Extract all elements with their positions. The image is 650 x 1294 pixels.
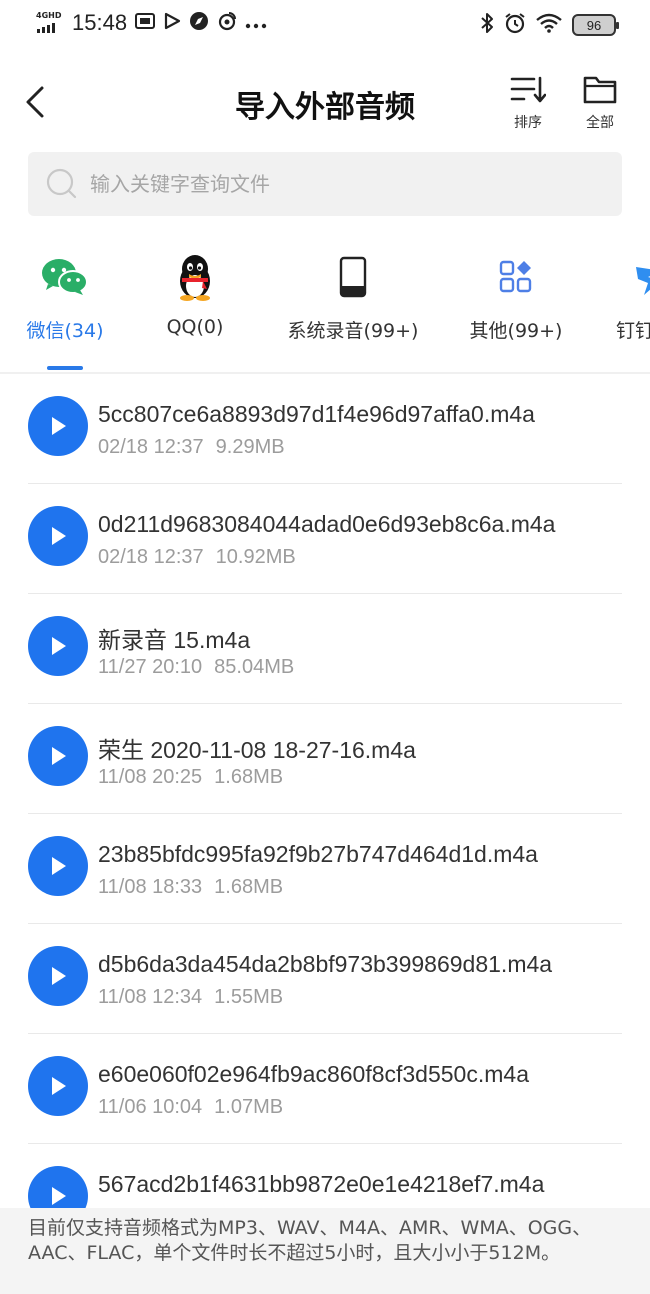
play-button[interactable]: [28, 946, 88, 1006]
file-name: 5cc807ce6a8893d97d1f4e96d97affa0.m4a: [98, 401, 535, 427]
file-meta: 11/27 20:10 85.04MB: [98, 656, 294, 679]
file-date: 11/06 10:04: [98, 1096, 203, 1118]
status-left: 4GHD 15:48: [36, 10, 267, 36]
wechat-icon: [42, 259, 88, 295]
network-type: 4GHD: [36, 11, 62, 20]
file-size: 85.04MB: [214, 656, 295, 678]
file-name: 0d211d9683084044adad0e6d93eb8c6a.m4a: [98, 511, 556, 537]
play-icon: [52, 747, 66, 765]
file-size: 1.07MB: [214, 1096, 284, 1118]
header: 导入外部音频 排序 全部: [0, 60, 650, 150]
play-icon: [52, 527, 66, 545]
file-list: 5cc807ce6a8893d97d1f4e96d97affa0.m4a 02/…: [0, 374, 650, 1208]
list-item[interactable]: e60e060f02e964fb9ac860f8cf3d550c.m4a 11/…: [0, 1034, 650, 1144]
file-date: 11/27 20:10: [98, 656, 203, 678]
tab-wechat-label: 微信(34): [26, 320, 104, 342]
search-input[interactable]: [90, 172, 570, 196]
sort-button[interactable]: 排序: [500, 74, 556, 132]
battery-icon: 96: [572, 14, 619, 36]
file-size: 1.68MB: [214, 766, 284, 788]
file-size: 1.68MB: [214, 876, 284, 898]
source-tabs: 微信(34) QQ(0) 系统录音(99+) 其他(99+) 钉钉: [0, 240, 650, 372]
format-notice: 目前仅支持音频格式为MP3、WAV、M4A、AMR、WMA、OGG、AAC、FL…: [0, 1208, 650, 1294]
file-name: 23b85bfdc995fa92f9b27b747d464d1d.m4a: [98, 841, 538, 867]
qq-icon: [180, 255, 210, 301]
play-icon: [52, 637, 66, 655]
play-icon: [52, 967, 66, 985]
tab-qq[interactable]: QQ(0): [120, 252, 270, 338]
list-item[interactable]: 新录音 15.m4a 11/27 20:10 85.04MB: [0, 594, 650, 704]
play-button[interactable]: [28, 506, 88, 566]
play-button[interactable]: [28, 836, 88, 896]
cellular-signal-icon: 4GHD: [36, 11, 64, 35]
file-name: 新录音 15.m4a: [98, 627, 251, 653]
list-item[interactable]: d5b6da3da454da2b8bf973b399869d81.m4a 11/…: [0, 924, 650, 1034]
list-item[interactable]: 0d211d9683084044adad0e6d93eb8c6a.m4a 02/…: [0, 484, 650, 594]
status-right: 96: [480, 12, 619, 38]
tab-dingtalk[interactable]: 钉钉: [590, 252, 650, 343]
more-notifications-icon: [245, 14, 267, 33]
play-store-icon: [163, 12, 181, 34]
list-item[interactable]: 荣生 2020-11-08 18-27-16.m4a 11/08 20:25 1.…: [0, 704, 650, 814]
play-icon: [52, 857, 66, 875]
file-date: 02/18 12:37: [98, 436, 204, 458]
file-date: 11/08 20:25: [98, 766, 203, 788]
phone-icon: [339, 256, 367, 298]
folder-icon: [583, 76, 617, 104]
sort-icon: [510, 76, 547, 103]
alarm-icon: [504, 12, 526, 38]
file-meta: 11/06 10:04 1.07MB: [98, 1096, 283, 1119]
play-button[interactable]: [28, 726, 88, 786]
file-meta: 02/18 12:37 10.92MB: [98, 546, 296, 569]
apps-icon: [499, 260, 532, 293]
iqiyi-icon: [135, 13, 156, 33]
tab-other-label: 其他(99+): [469, 320, 563, 342]
file-name: d5b6da3da454da2b8bf973b399869d81.m4a: [98, 951, 553, 977]
status-bar: 4GHD 15:48 96: [0, 0, 650, 52]
play-icon: [52, 1077, 66, 1095]
list-item[interactable]: 567acd2b1f4631bb9872e0e1e4218ef7.m4a: [0, 1144, 650, 1208]
bluetooth-icon: [480, 12, 494, 38]
file-date: 02/18 12:37: [98, 546, 204, 568]
file-meta: 11/08 18:33 1.68MB: [98, 876, 283, 899]
file-name: e60e060f02e964fb9ac860f8cf3d550c.m4a: [98, 1061, 529, 1087]
battery-level: 96: [586, 17, 602, 33]
weibo-icon: [217, 11, 237, 35]
play-button[interactable]: [28, 1056, 88, 1116]
tab-dingtalk-label: 钉钉: [616, 320, 650, 342]
file-meta: 02/18 12:37 9.29MB: [98, 436, 285, 459]
tab-other[interactable]: 其他(99+): [441, 252, 591, 343]
clock: 15:48: [72, 10, 128, 35]
play-icon: [52, 1187, 66, 1205]
list-item[interactable]: 5cc807ce6a8893d97d1f4e96d97affa0.m4a 02/…: [0, 374, 650, 484]
all-files-button[interactable]: 全部: [572, 74, 628, 132]
search-icon: [46, 168, 77, 199]
file-meta: 11/08 20:25 1.68MB: [98, 766, 283, 789]
search-bar[interactable]: [28, 152, 622, 216]
file-size: 1.55MB: [214, 986, 284, 1008]
wifi-icon: [536, 13, 562, 37]
all-label: 全部: [586, 115, 614, 131]
tab-qq-label: QQ(0): [166, 316, 224, 338]
file-size: 10.92MB: [215, 546, 296, 568]
file-date: 11/08 18:33: [98, 876, 203, 898]
play-button[interactable]: [28, 396, 88, 456]
file-meta: 11/08 12:34 1.55MB: [98, 986, 283, 1009]
active-tab-indicator: [47, 366, 83, 370]
file-date: 11/08 12:34: [98, 986, 203, 1008]
play-button[interactable]: [28, 616, 88, 676]
play-icon: [52, 417, 66, 435]
list-item[interactable]: 23b85bfdc995fa92f9b27b747d464d1d.m4a 11/…: [0, 814, 650, 924]
play-button[interactable]: [28, 1166, 88, 1208]
file-size: 9.29MB: [215, 436, 285, 458]
compass-app-icon: [189, 11, 209, 35]
sort-label: 排序: [514, 115, 542, 131]
dingtalk-icon: [636, 267, 650, 295]
file-name: 荣生 2020-11-08 18-27-16.m4a: [98, 737, 416, 763]
tab-system-recordings[interactable]: 系统录音(99+): [278, 252, 428, 343]
tab-system-label: 系统录音(99+): [287, 320, 419, 342]
tab-wechat[interactable]: 微信(34): [0, 252, 140, 343]
file-name: 567acd2b1f4631bb9872e0e1e4218ef7.m4a: [98, 1171, 545, 1197]
